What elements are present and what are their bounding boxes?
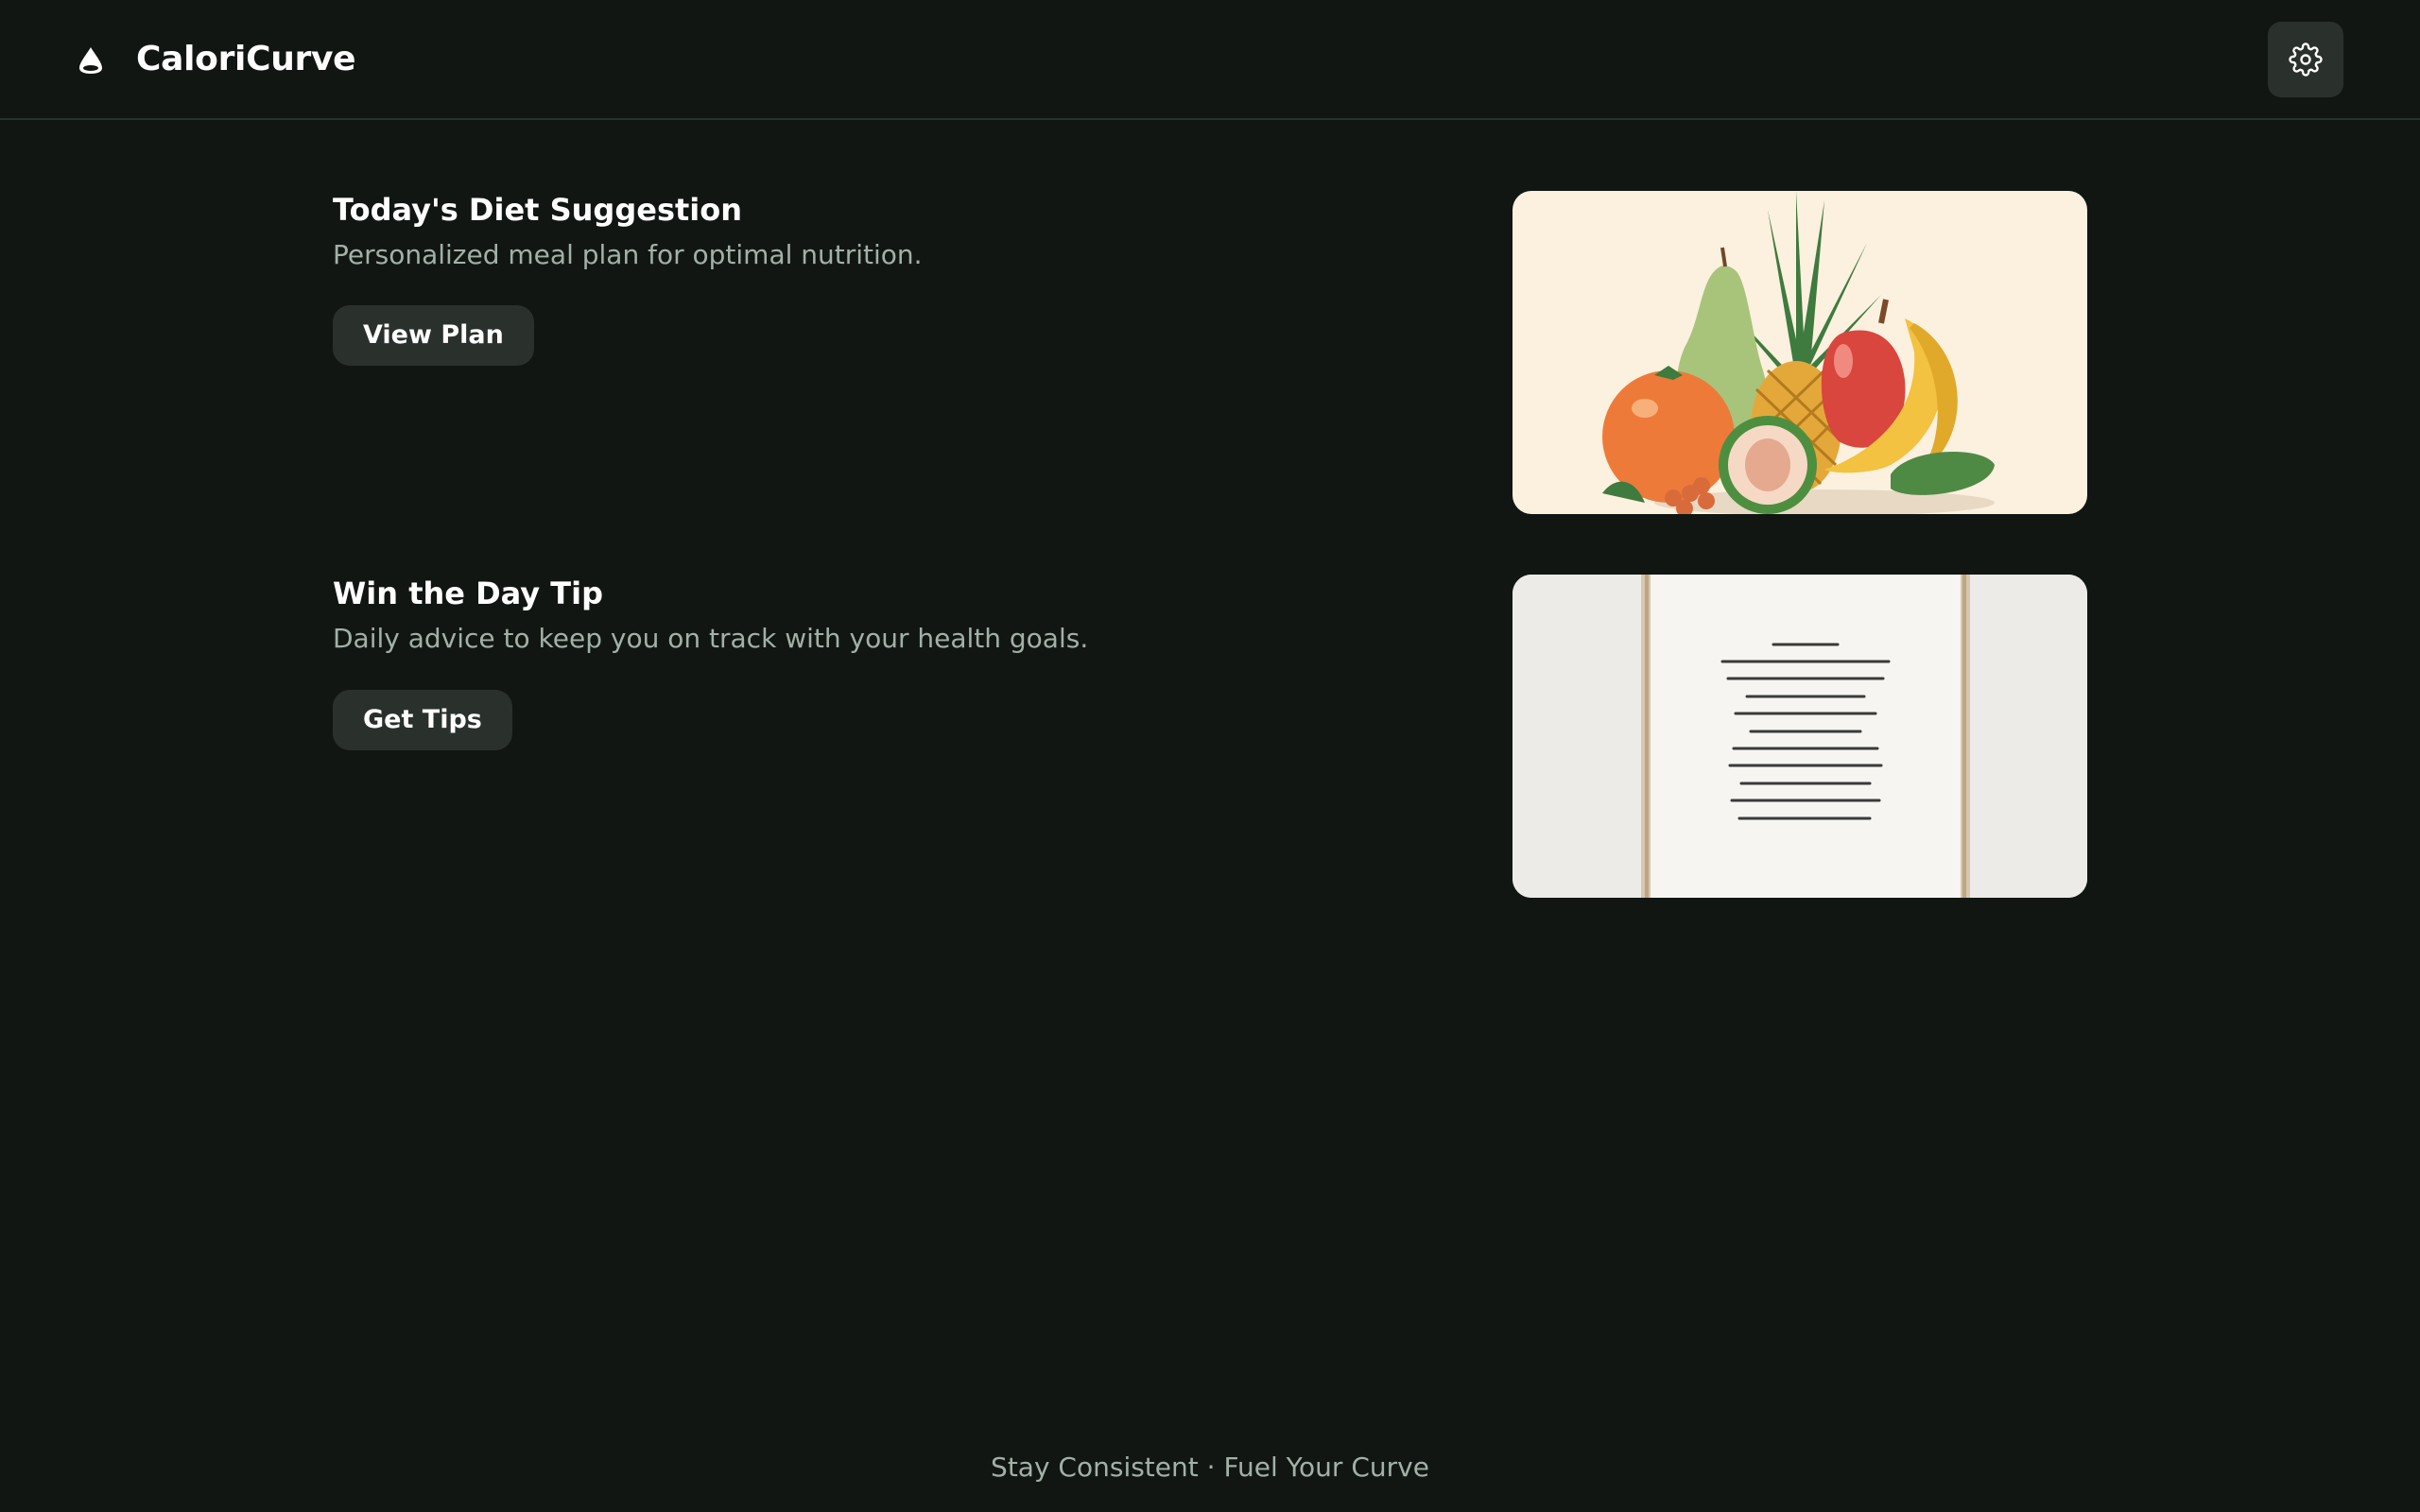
quote-poster-image xyxy=(1512,575,2087,898)
diet-suggestion-description: Personalized meal plan for optimal nutri… xyxy=(333,239,923,270)
fruit-illustration-image xyxy=(1512,191,2087,514)
diet-suggestion-title: Today's Diet Suggestion xyxy=(333,192,743,228)
get-tips-button[interactable]: Get Tips xyxy=(333,690,512,750)
app-header: CaloriCurve xyxy=(0,0,2420,120)
settings-button[interactable] xyxy=(2268,22,2343,97)
water-drop-icon xyxy=(79,47,102,74)
footer-tagline: Stay Consistent · Fuel Your Curve xyxy=(991,1452,1429,1483)
daily-tip-title: Win the Day Tip xyxy=(333,576,603,611)
app-title: CaloriCurve xyxy=(136,40,356,78)
daily-tip-description: Daily advice to keep you on track with y… xyxy=(333,623,1089,654)
gear-icon xyxy=(2289,43,2323,77)
view-plan-button[interactable]: View Plan xyxy=(333,305,534,366)
